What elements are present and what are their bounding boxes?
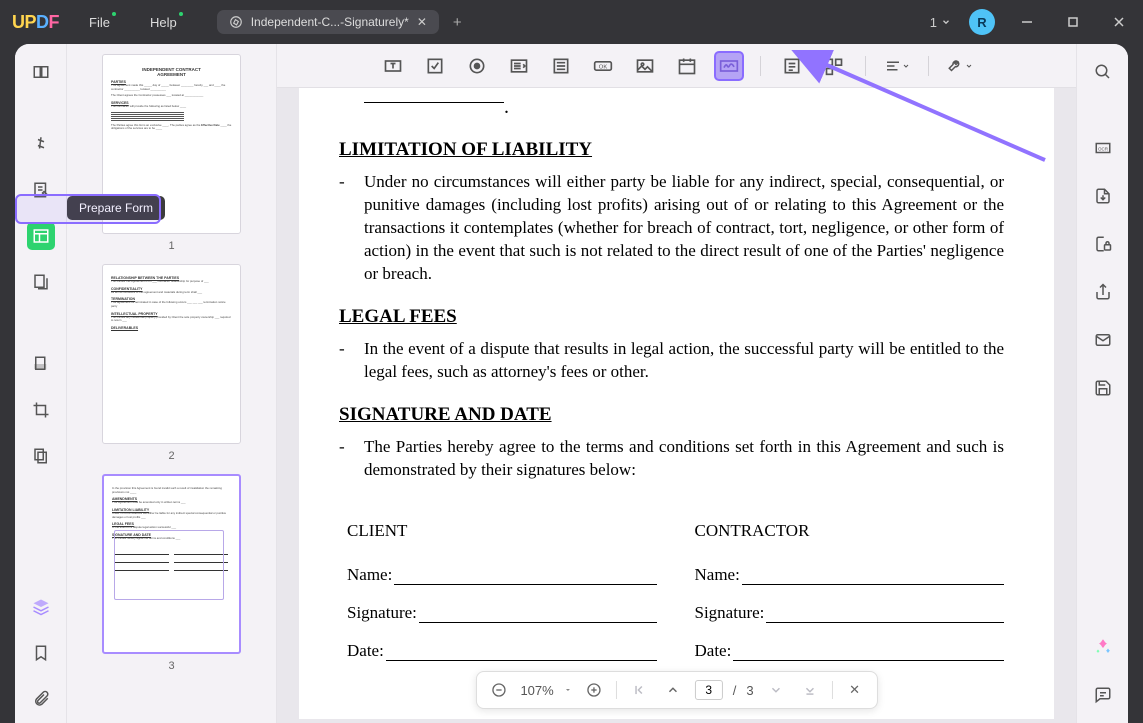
- thumbnail-panel[interactable]: INDEPENDENT CONTRACT AGREEMENT PARTIESTh…: [67, 44, 277, 723]
- para-limitation: Under no circumstances will either party…: [364, 171, 1004, 286]
- date-line: [733, 641, 1004, 661]
- last-page-button[interactable]: [798, 678, 822, 702]
- menu-help[interactable]: Help: [150, 15, 177, 30]
- save-icon[interactable]: [1089, 374, 1117, 402]
- thumb-number: 2: [168, 450, 174, 462]
- zoom-nav-bar: 107% / 3 ✕: [475, 671, 877, 709]
- email-icon[interactable]: [1089, 326, 1117, 354]
- signature-field-tool[interactable]: [714, 51, 744, 81]
- zoom-level[interactable]: 107%: [520, 683, 553, 698]
- align-tool[interactable]: [819, 51, 849, 81]
- page-input[interactable]: [695, 680, 723, 700]
- thumb-number: 3: [168, 660, 174, 672]
- reader-mode-icon[interactable]: [27, 58, 55, 86]
- share-icon[interactable]: [1089, 278, 1117, 306]
- thumbnail-2[interactable]: RELATIONSHIP BETWEEN THE PARTIESThe Part…: [87, 264, 256, 462]
- titlebar: UPDF File Help Independent-C...-Signatur…: [0, 0, 1143, 44]
- thumb-number: 1: [168, 240, 174, 252]
- radio-button-tool[interactable]: [462, 51, 492, 81]
- close-button[interactable]: [1105, 8, 1133, 36]
- heading-limitation: LIMITATION OF LIABILITY: [339, 139, 1004, 161]
- date-label: Date:: [347, 641, 384, 661]
- para-legal-fees: In the event of a dispute that results i…: [364, 338, 1004, 384]
- date-field-tool[interactable]: [672, 51, 702, 81]
- listbox-tool[interactable]: [546, 51, 576, 81]
- edit-pdf-icon[interactable]: [27, 176, 55, 204]
- name-label: Name:: [347, 565, 392, 585]
- right-rail: OCR: [1076, 44, 1128, 723]
- page-tools-icon[interactable]: [27, 442, 55, 470]
- signature-label: Signature:: [347, 603, 417, 623]
- client-label: CLIENT: [347, 521, 657, 541]
- date-label: Date:: [695, 641, 732, 661]
- form-toolbar: OK: [277, 44, 1076, 88]
- name-label: Name:: [695, 565, 740, 585]
- svg-text:OCR: OCR: [1098, 146, 1109, 151]
- new-tab-button[interactable]: +: [453, 14, 462, 31]
- zoom-dropdown-icon[interactable]: [564, 686, 572, 694]
- attachment-icon[interactable]: [27, 685, 55, 713]
- name-line: [742, 565, 1004, 585]
- heading-signature: SIGNATURE AND DATE: [339, 404, 1004, 426]
- text-field-tool[interactable]: [378, 51, 408, 81]
- next-page-button[interactable]: [764, 678, 788, 702]
- document-icon: [229, 15, 243, 29]
- tab-close-icon[interactable]: ✕: [417, 15, 427, 29]
- signature-line: [419, 603, 657, 623]
- signature-line: [766, 603, 1004, 623]
- redact-icon[interactable]: [27, 350, 55, 378]
- tab-title: Independent-C...-Signaturely*: [251, 15, 409, 29]
- dropdown-tool[interactable]: [504, 51, 534, 81]
- contractor-label: CONTRACTOR: [695, 521, 1005, 541]
- tools-dropdown[interactable]: [945, 51, 975, 81]
- button-tool[interactable]: OK: [588, 51, 618, 81]
- search-icon[interactable]: [1089, 58, 1117, 86]
- prev-page-button[interactable]: [661, 678, 685, 702]
- document-tab[interactable]: Independent-C...-Signaturely* ✕: [217, 10, 439, 34]
- ocr-icon[interactable]: OCR: [1089, 134, 1117, 162]
- convert-icon[interactable]: [1089, 182, 1117, 210]
- first-page-button[interactable]: [627, 678, 651, 702]
- date-line: [386, 641, 657, 661]
- main-area: OK . LIMITATION OF LIABILITY -Under no c…: [277, 44, 1076, 723]
- total-pages: 3: [746, 683, 753, 698]
- comment-panel-icon[interactable]: [1089, 681, 1117, 709]
- close-bar-button[interactable]: ✕: [843, 678, 867, 702]
- user-avatar[interactable]: R: [969, 9, 995, 35]
- zoom-out-button[interactable]: [486, 678, 510, 702]
- thumbnail-1[interactable]: INDEPENDENT CONTRACT AGREEMENT PARTIESTh…: [87, 54, 256, 252]
- prepare-form-tooltip: Prepare Form: [67, 196, 165, 220]
- zoom-in-button[interactable]: [582, 678, 606, 702]
- document-viewport[interactable]: . LIMITATION OF LIABILITY -Under no circ…: [277, 88, 1076, 723]
- app-logo: UPDF: [12, 12, 59, 33]
- para-signature: The Parties hereby agree to the terms an…: [364, 436, 1004, 482]
- crop-icon[interactable]: [27, 396, 55, 424]
- protect-icon[interactable]: [1089, 230, 1117, 258]
- comment-icon[interactable]: [27, 130, 55, 158]
- form-recognize-tool[interactable]: [777, 51, 807, 81]
- signature-label: Signature:: [695, 603, 765, 623]
- svg-text:OK: OK: [599, 64, 608, 70]
- document-page: . LIMITATION OF LIABILITY -Under no circ…: [299, 88, 1054, 719]
- left-rail: [15, 44, 67, 723]
- image-field-tool[interactable]: [630, 51, 660, 81]
- menu-file[interactable]: File: [89, 15, 110, 30]
- arrange-tool[interactable]: [882, 51, 912, 81]
- workspace-dropdown[interactable]: 1: [930, 15, 951, 30]
- prepare-form-icon[interactable]: [27, 222, 55, 250]
- heading-legal-fees: LEGAL FEES: [339, 306, 1004, 328]
- thumbnail-3[interactable]: In the provision this Agreement is found…: [87, 474, 256, 672]
- organize-pages-icon[interactable]: [27, 268, 55, 296]
- minimize-button[interactable]: [1013, 8, 1041, 36]
- name-line: [394, 565, 656, 585]
- bookmark-icon[interactable]: [27, 639, 55, 667]
- layers-icon[interactable]: [27, 593, 55, 621]
- checkbox-tool[interactable]: [420, 51, 450, 81]
- maximize-button[interactable]: [1059, 8, 1087, 36]
- ai-assistant-icon[interactable]: [1089, 633, 1117, 661]
